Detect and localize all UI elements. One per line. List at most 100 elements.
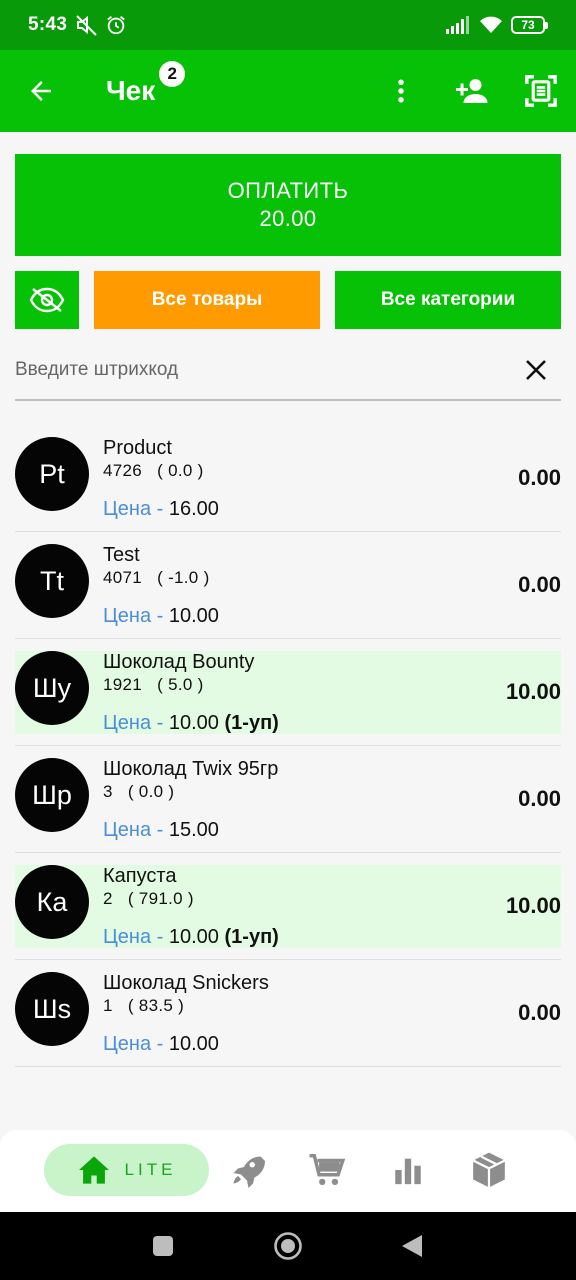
barcode-field bbox=[15, 340, 561, 401]
avatar: Шр bbox=[15, 758, 89, 832]
price-value: 10.00 bbox=[168, 605, 219, 627]
mute-icon bbox=[76, 15, 97, 36]
person-add-icon bbox=[456, 79, 488, 103]
bottom-navigation: LITE bbox=[0, 1130, 576, 1212]
page-title-text: Чек bbox=[106, 75, 156, 106]
avatar: Ка bbox=[15, 865, 89, 939]
nav-cart-tab[interactable] bbox=[305, 1148, 349, 1192]
chart-icon bbox=[395, 1158, 421, 1185]
price-value: 10.00 bbox=[168, 712, 219, 734]
item-price: Цена - 15.00 bbox=[103, 819, 219, 842]
item-name: Капуста bbox=[103, 865, 177, 887]
item-price: Цена - 16.00 bbox=[103, 498, 219, 521]
price-label: Цена - bbox=[103, 605, 164, 627]
rocket-icon bbox=[233, 1156, 265, 1188]
recents-button[interactable] bbox=[143, 1226, 183, 1266]
wifi-icon bbox=[480, 16, 502, 33]
avatar: Pt bbox=[15, 437, 89, 511]
pay-button[interactable]: ОПЛАТИТЬ 20.00 bbox=[15, 154, 561, 256]
clear-barcode-button[interactable] bbox=[511, 345, 561, 395]
item-price: Цена - 10.00 (1-уп) bbox=[103, 712, 279, 735]
price-label: Цена - bbox=[103, 1033, 164, 1055]
page-title: Чек 2 bbox=[106, 61, 186, 107]
circle-icon bbox=[274, 1232, 302, 1260]
list-item[interactable]: Pt Product 4726 ( 0.0 ) Цена - 16.00 0.0… bbox=[15, 425, 561, 532]
all-goods-button[interactable]: Все товары bbox=[94, 271, 320, 329]
price-label: Цена - bbox=[103, 712, 164, 734]
nav-rocket-tab[interactable] bbox=[225, 1148, 269, 1192]
close-icon bbox=[526, 359, 546, 380]
battery-icon: 73 bbox=[511, 16, 548, 34]
receipt-count-badge: 2 bbox=[159, 61, 186, 87]
arrow-back-icon bbox=[31, 81, 51, 101]
price-label: Цена - bbox=[103, 819, 164, 841]
nav-products-tab[interactable] bbox=[467, 1148, 511, 1192]
item-total: 0.00 bbox=[518, 572, 561, 597]
nav-home-tab[interactable]: LITE bbox=[44, 1144, 209, 1196]
battery-level: 73 bbox=[511, 16, 545, 34]
app-bar: Чек 2 bbox=[0, 50, 576, 132]
add-customer-button[interactable] bbox=[436, 50, 506, 132]
list-item[interactable]: Шs Шоколад Snickers 1 ( 83.5 ) Цена - 10… bbox=[15, 960, 561, 1067]
toggle-visibility-button[interactable] bbox=[15, 271, 79, 329]
item-total: 10.00 bbox=[505, 893, 561, 918]
alarm-icon bbox=[107, 16, 126, 35]
item-code: 4726 ( 0.0 ) bbox=[103, 461, 204, 480]
list-item[interactable]: Шу Шоколад Bounty 1921 ( 5.0 ) Цена - 10… bbox=[15, 639, 561, 746]
scan-button[interactable] bbox=[506, 50, 576, 132]
nav-home-label: LITE bbox=[124, 1160, 177, 1179]
all-categories-button[interactable]: Все категории bbox=[335, 271, 561, 329]
pay-label: ОПЛАТИТЬ bbox=[227, 178, 349, 203]
price-value: 10.00 bbox=[168, 1033, 219, 1055]
scanner-icon bbox=[525, 75, 557, 107]
avatar: Шs bbox=[15, 972, 89, 1046]
item-code: 4071 ( -1.0 ) bbox=[103, 568, 210, 587]
barcode-input[interactable] bbox=[15, 344, 511, 395]
list-item[interactable]: Шр Шоколад Twix 95гр 3 ( 0.0 ) Цена - 15… bbox=[15, 746, 561, 853]
pay-amount: 20.00 bbox=[259, 206, 317, 231]
pack-label: (1-уп) bbox=[224, 712, 279, 734]
item-name: Product bbox=[103, 437, 172, 459]
item-total: 10.00 bbox=[505, 679, 561, 704]
eye-off-icon bbox=[29, 287, 65, 313]
pack-label: (1-уп) bbox=[224, 926, 279, 948]
back-button[interactable] bbox=[0, 50, 82, 132]
price-value: 16.00 bbox=[168, 498, 219, 520]
box-icon bbox=[472, 1152, 506, 1188]
price-label: Цена - bbox=[103, 498, 164, 520]
status-bar: 5:43 73 bbox=[0, 0, 576, 50]
item-name: Шоколад Bounty bbox=[103, 651, 255, 673]
product-list: Pt Product 4726 ( 0.0 ) Цена - 16.00 0.0… bbox=[15, 425, 561, 1067]
list-item[interactable]: Tt Test 4071 ( -1.0 ) Цена - 10.00 0.00 bbox=[15, 532, 561, 639]
price-value: 10.00 bbox=[168, 926, 219, 948]
item-total: 0.00 bbox=[518, 1000, 561, 1025]
back-system-button[interactable] bbox=[392, 1226, 432, 1266]
avatar: Tt bbox=[15, 544, 89, 618]
square-icon bbox=[153, 1236, 173, 1256]
item-price: Цена - 10.00 (1-уп) bbox=[103, 926, 279, 949]
more-menu-button[interactable] bbox=[366, 50, 436, 132]
item-total: 0.00 bbox=[518, 465, 561, 490]
item-name: Шоколад Snickers bbox=[103, 972, 269, 994]
triangle-back-icon bbox=[402, 1235, 422, 1257]
item-highlight bbox=[15, 865, 561, 948]
signal-icon bbox=[446, 16, 469, 34]
status-time: 5:43 bbox=[28, 14, 68, 35]
item-code: 1921 ( 5.0 ) bbox=[103, 675, 204, 694]
price-label: Цена - bbox=[103, 926, 164, 948]
system-navigation-bar bbox=[0, 1212, 576, 1280]
item-code: 3 ( 0.0 ) bbox=[103, 782, 175, 801]
item-highlight bbox=[15, 651, 561, 734]
item-price: Цена - 10.00 bbox=[103, 605, 219, 628]
avatar: Шу bbox=[15, 651, 89, 725]
home-system-button[interactable] bbox=[268, 1226, 308, 1266]
more-vert-icon bbox=[398, 79, 404, 103]
item-code: 1 ( 83.5 ) bbox=[103, 996, 185, 1015]
home-icon bbox=[78, 1156, 109, 1184]
item-total: 0.00 bbox=[518, 786, 561, 811]
item-name: Test bbox=[103, 544, 140, 566]
nav-reports-tab[interactable] bbox=[386, 1148, 430, 1192]
item-price: Цена - 10.00 bbox=[103, 1033, 219, 1056]
list-item[interactable]: Ка Капуста 2 ( 791.0 ) Цена - 10.00 (1-у… bbox=[15, 853, 561, 960]
cart-icon bbox=[309, 1154, 346, 1186]
